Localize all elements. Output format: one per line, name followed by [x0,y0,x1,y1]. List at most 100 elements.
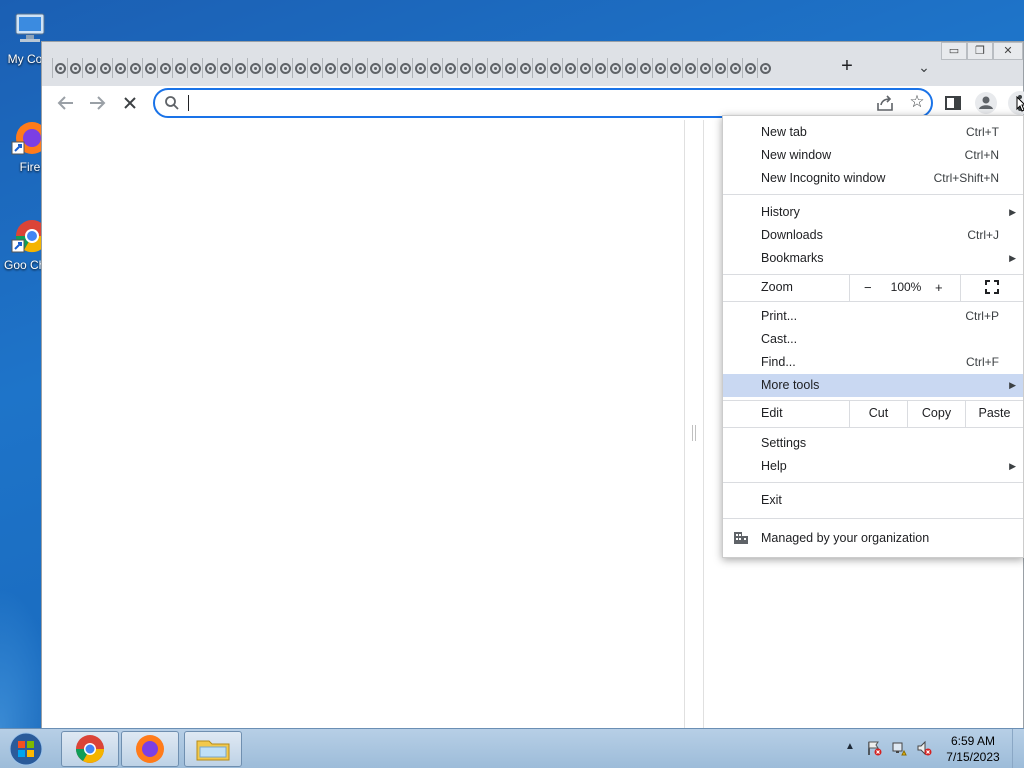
zoom-out-button[interactable]: − [864,276,872,299]
profile-button[interactable] [975,92,997,114]
browser-tab[interactable] [52,58,67,78]
browser-tab[interactable] [442,58,457,78]
browser-tab[interactable] [667,58,682,78]
share-icon[interactable] [875,94,895,112]
browser-tab[interactable] [172,58,187,78]
side-panel-icon[interactable] [944,94,962,112]
browser-tab[interactable] [757,58,772,78]
browser-tab[interactable] [202,58,217,78]
menu-item-more-tools[interactable]: More tools ▶ [723,374,1023,397]
browser-tab[interactable] [652,58,667,78]
browser-tab[interactable] [472,58,487,78]
menu-item-bookmarks[interactable]: Bookmarks ▶ [723,247,1023,270]
menu-item-cast[interactable]: Cast... [723,328,1023,351]
browser-tab[interactable] [412,58,427,78]
close-button[interactable]: ✕ [993,42,1023,60]
minimize-button[interactable]: ▭ [941,42,967,60]
browser-tab[interactable] [622,58,637,78]
forward-button[interactable] [85,91,109,115]
menu-item-new-window[interactable]: New window Ctrl+N [723,144,1023,167]
pane-splitter[interactable] [692,425,696,441]
address-input[interactable] [188,93,828,113]
browser-tab[interactable] [517,58,532,78]
browser-tab[interactable] [592,58,607,78]
browser-tab[interactable] [487,58,502,78]
action-center-flag-icon[interactable] [866,740,882,756]
menu-item-help[interactable]: Help ▶ [723,455,1023,478]
browser-tab[interactable] [397,58,412,78]
menu-item-history[interactable]: History ▶ [723,201,1023,224]
show-desktop-button[interactable] [1012,729,1024,768]
browser-tab[interactable] [607,58,622,78]
restore-button[interactable]: ❐ [967,42,993,60]
copy-button[interactable]: Copy [907,400,965,427]
managed-by-organization[interactable]: Managed by your organization [723,526,1023,550]
back-button[interactable] [54,91,78,115]
browser-tab[interactable] [502,58,517,78]
cut-button[interactable]: Cut [849,400,907,427]
new-tab-button[interactable]: + [835,55,859,79]
browser-tab[interactable] [352,58,367,78]
stop-loading-button[interactable] [118,91,142,115]
menu-item-label: Help [761,459,787,473]
tab-favicon-icon [744,62,756,74]
tab-search-button[interactable]: ⌄ [914,57,934,77]
volume-muted-icon[interactable] [916,740,932,756]
browser-tab[interactable] [577,58,592,78]
browser-tab[interactable] [247,58,262,78]
browser-tab[interactable] [97,58,112,78]
browser-tab[interactable] [307,58,322,78]
browser-tab[interactable] [742,58,757,78]
menu-item-print[interactable]: Print... Ctrl+P [723,305,1023,328]
browser-tab[interactable] [712,58,727,78]
menu-item-settings[interactable]: Settings [723,432,1023,455]
browser-tab[interactable] [157,58,172,78]
taskbar-explorer-button[interactable] [184,731,242,767]
zoom-in-button[interactable]: + [935,276,943,299]
menu-item-exit[interactable]: Exit [723,489,1023,512]
browser-tab[interactable] [292,58,307,78]
menu-item-new-tab[interactable]: New tab Ctrl+T [723,121,1023,144]
system-clock[interactable]: 6:59 AM 7/15/2023 [940,733,1006,765]
network-icon[interactable] [891,740,907,756]
browser-tab[interactable] [562,58,577,78]
browser-tab[interactable] [697,58,712,78]
address-bar[interactable]: ☆ [153,88,933,118]
browser-tab[interactable] [367,58,382,78]
tab-row [52,57,804,79]
menu-item-downloads[interactable]: Downloads Ctrl+J [723,224,1023,247]
browser-tab[interactable] [727,58,742,78]
menu-item-find[interactable]: Find... Ctrl+F [723,351,1023,374]
tab-favicon-icon [354,62,366,74]
show-hidden-icons-button[interactable]: ▲ [845,741,855,752]
tab-favicon-icon [159,62,171,74]
browser-tab[interactable] [277,58,292,78]
browser-tab[interactable] [187,58,202,78]
fullscreen-icon[interactable] [985,280,999,294]
browser-tab[interactable] [67,58,82,78]
browser-tab[interactable] [217,58,232,78]
menu-separator [723,194,1023,195]
browser-tab[interactable] [337,58,352,78]
browser-tab[interactable] [82,58,97,78]
taskbar-chrome-button[interactable] [61,731,119,767]
bookmark-star-icon[interactable]: ☆ [907,92,927,112]
taskbar-firefox-button[interactable] [121,731,179,767]
menu-item-new-incognito-window[interactable]: New Incognito window Ctrl+Shift+N [723,167,1023,190]
browser-tab[interactable] [127,58,142,78]
start-button[interactable] [4,731,48,767]
browser-tab[interactable] [232,58,247,78]
browser-tab[interactable] [547,58,562,78]
browser-tab[interactable] [262,58,277,78]
browser-tab[interactable] [682,58,697,78]
browser-tab[interactable] [457,58,472,78]
window-caption-buttons: ▭ ❐ ✕ [941,42,1023,60]
browser-tab[interactable] [427,58,442,78]
browser-tab[interactable] [142,58,157,78]
paste-button[interactable]: Paste [965,400,1023,427]
browser-tab[interactable] [637,58,652,78]
browser-tab[interactable] [532,58,547,78]
browser-tab[interactable] [382,58,397,78]
browser-tab[interactable] [322,58,337,78]
browser-tab[interactable] [112,58,127,78]
